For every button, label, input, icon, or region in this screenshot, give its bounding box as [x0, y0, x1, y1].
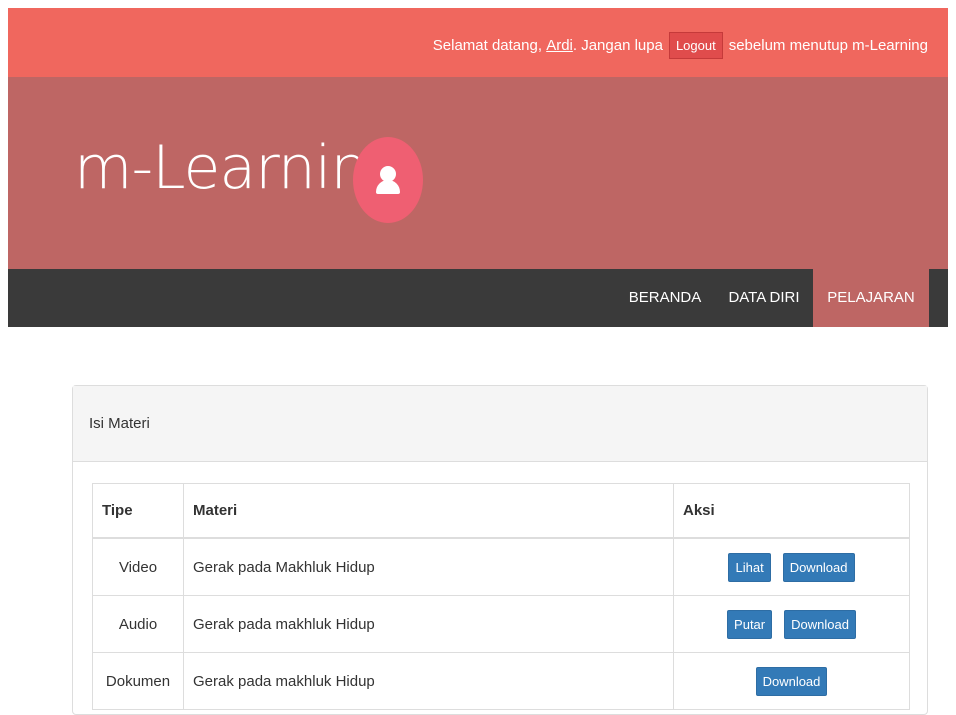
materi-table: Tipe Materi Aksi Video Gerak pada Makhlu… [92, 483, 910, 710]
table-row: Dokumen Gerak pada makhluk Hidup Downloa… [92, 652, 910, 710]
nav-item-beranda[interactable]: BERANDA [620, 269, 710, 327]
download-button[interactable]: Download [782, 552, 855, 582]
column-header-materi: Materi [183, 483, 674, 539]
download-button[interactable]: Download [755, 666, 828, 696]
cell-aksi: Putar Download [673, 595, 910, 653]
cell-aksi: Download [673, 652, 910, 710]
putar-button[interactable]: Putar [727, 609, 773, 639]
cell-tipe: Video [92, 537, 184, 596]
table-header-row: Tipe Materi Aksi [92, 483, 910, 539]
table-row: Video Gerak pada Makhluk Hidup Lihat Down… [92, 537, 910, 596]
cell-aksi: Lihat Download [673, 537, 910, 596]
cell-tipe: Audio [92, 595, 184, 653]
welcome-suffix: sebelum menutup m-Learning [728, 37, 928, 54]
lihat-button[interactable]: Lihat [728, 552, 771, 582]
column-header-aksi: Aksi [673, 483, 910, 539]
cell-materi: Gerak pada Makhluk Hidup [183, 537, 674, 596]
user-icon-body [376, 180, 400, 194]
nav-item-data-diri[interactable]: DATA DIRI [716, 269, 812, 327]
welcome-middle: . Jangan lupa [572, 37, 663, 54]
table-row: Audio Gerak pada makhluk Hidup Putar Down… [92, 595, 910, 653]
materi-panel: Isi Materi Tipe Materi Aksi Video Gerak … [72, 385, 928, 715]
nav-item-pelajaran[interactable]: PELAJARAN [813, 269, 929, 327]
main-navbar: BERANDA DATA DIRI PELAJARAN [8, 269, 948, 327]
download-button[interactable]: Download [784, 609, 856, 639]
hero-banner: m-Learning [8, 77, 948, 269]
cell-materi: Gerak pada makhluk Hidup [183, 652, 674, 710]
welcome-message: Selamat datang, Ardi. Jangan lupa Logout… [433, 32, 928, 59]
logout-button[interactable]: Logout [668, 32, 723, 59]
cell-tipe: Dokumen [92, 652, 184, 710]
welcome-prefix: Selamat datang, [432, 37, 543, 54]
column-header-tipe: Tipe [92, 483, 184, 539]
user-icon [353, 137, 423, 223]
cell-materi: Gerak pada makhluk Hidup [183, 595, 674, 653]
user-link[interactable]: Ardi [546, 37, 573, 54]
panel-title: Isi Materi [73, 386, 927, 462]
top-bar: Selamat datang, Ardi. Jangan lupa Logout… [8, 8, 948, 77]
